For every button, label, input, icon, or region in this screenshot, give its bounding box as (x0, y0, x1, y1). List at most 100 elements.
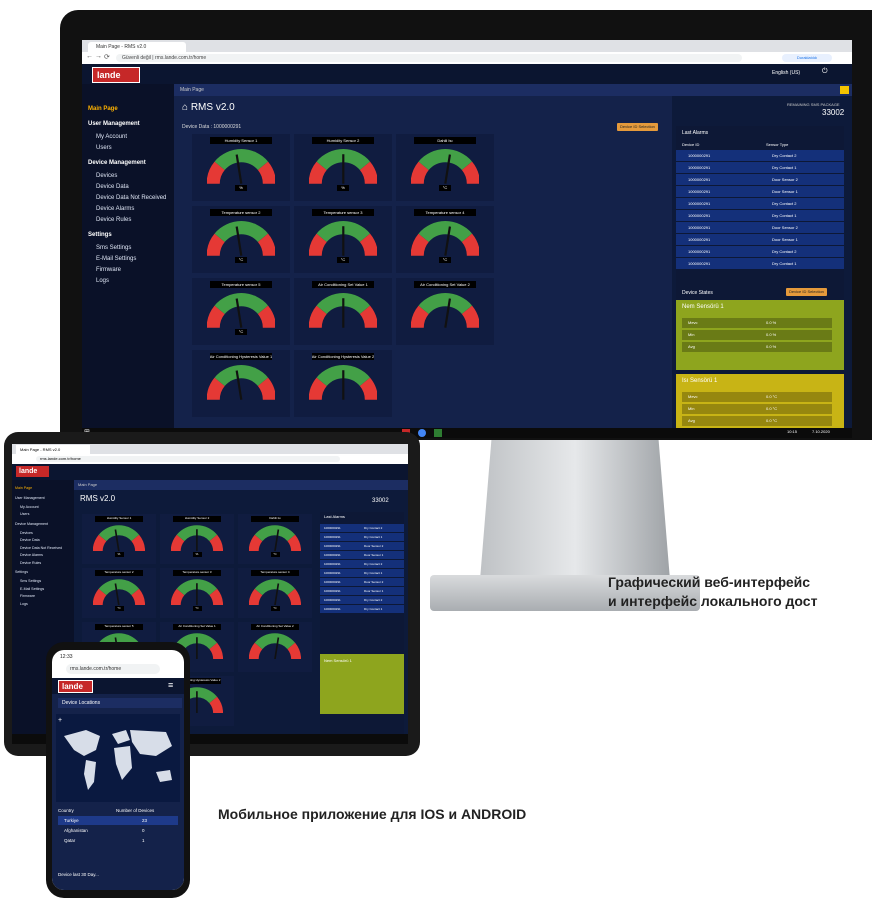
state-metric: Mevc (688, 394, 698, 399)
back-icon[interactable]: ← (86, 53, 93, 60)
tablet-sidebar-item[interactable]: Sms Settings (20, 579, 41, 583)
tablet-sidebar-item[interactable]: My Account (20, 505, 39, 509)
tablet-sidebar-item[interactable]: Device Management (15, 522, 48, 526)
gauge-label: Temperature sensor 3 (173, 570, 221, 576)
tablet-table-row[interactable]: 1000000291 Door Sensor 2 (320, 578, 404, 586)
app-topbar (82, 64, 852, 84)
mobile-caption: Мобильное приложение для IOS и ANDROID (218, 806, 527, 822)
address-bar[interactable]: Güvenli değil | rms.lande.com.tr/home (116, 54, 742, 62)
tablet-sidebar-item[interactable]: Logs (20, 602, 28, 606)
tablet-table-row[interactable]: 1000000291 Dry Contact 2 (320, 524, 404, 532)
table-row[interactable]: 1000000291 Dry Contact 1 (676, 162, 844, 173)
table-row[interactable]: 1000000291 Dry Contact 2 (676, 198, 844, 209)
gauge-label: Dahili Isı (413, 137, 477, 144)
sidebar-item[interactable]: Device Rules (96, 217, 131, 223)
gauge-dial (171, 579, 223, 606)
sidebar-item[interactable]: Sms Settings (96, 245, 131, 251)
gauge-label: Air Conditioning Set Value 2 (413, 281, 477, 288)
world-map[interactable]: + (56, 714, 180, 802)
power-icon[interactable]: ⏻ (822, 68, 828, 76)
sidebar-item[interactable]: My Account (96, 134, 127, 140)
sidebar-item[interactable]: Device Data (96, 184, 129, 190)
phone-table-row[interactable] (58, 836, 178, 845)
table-row[interactable]: 1000000291 Door Sensor 2 (676, 222, 844, 233)
table-row[interactable]: 1000000291 Dry Contact 1 (676, 210, 844, 221)
gauge-arc (418, 149, 472, 171)
tablet-table-row[interactable]: 1000000291 Door Sensor 1 (320, 587, 404, 595)
tablet-sidebar-item[interactable]: Device Data Not Received (20, 546, 62, 550)
device-states-title: Device States (682, 290, 713, 296)
sidebar-item[interactable]: E-Mail Settings (96, 256, 136, 262)
tablet-address-bar[interactable]: rms.lande.com.tr/home (36, 456, 340, 462)
tablet-table-row[interactable]: 1000000291 Dry Contact 1 (320, 605, 404, 613)
tablet-browser-tab[interactable]: Main Page - RMS v2.0 (16, 445, 90, 454)
sidebar-item[interactable]: User Management (88, 121, 140, 127)
table-row[interactable]: 1000000291 Door Sensor 2 (676, 174, 844, 185)
sidebar-item[interactable]: Main Page (88, 106, 118, 112)
tablet-sidebar-item[interactable]: Settings (15, 570, 28, 574)
gauge-panel: Humidity Sensor 1% (82, 514, 156, 565)
sidebar-item[interactable]: Users (96, 145, 112, 151)
gauge-unit: % (337, 184, 349, 191)
gauge-panel: Air Conditioning Set Value 1 (294, 278, 392, 345)
table-row[interactable]: 1000000291 Dry Contact 1 (676, 258, 844, 269)
edit-icon[interactable] (840, 86, 849, 94)
device-state-row (682, 416, 832, 426)
reload-icon[interactable]: ⟳ (104, 53, 110, 61)
table-row[interactable]: 1000000291 Dry Contact 2 (676, 246, 844, 257)
tablet-sidebar-item[interactable]: E-Mail Settings (20, 587, 44, 591)
language-selector[interactable]: English (US) (772, 70, 800, 76)
sidebar-item[interactable]: Devices (96, 173, 117, 179)
phone-time: 12:33 (60, 654, 73, 660)
lande-logo[interactable]: lande (92, 67, 140, 83)
state-value: 0.0 °C (766, 406, 778, 411)
tablet-logo[interactable]: lande (16, 466, 49, 477)
tablet-table-row[interactable]: 1000000291 Dry Contact 1 (320, 533, 404, 541)
tablet-sidebar-item[interactable]: Device Rules (20, 561, 41, 565)
gauge-unit: °C (192, 606, 202, 611)
sidebar-item[interactable]: Device Management (88, 160, 146, 166)
tablet-sidebar-item[interactable]: Devices (20, 531, 33, 535)
gauge-dial (249, 579, 301, 606)
monitor-stand (480, 440, 670, 580)
device-id-selection-button[interactable]: Device ID Selection (617, 123, 658, 131)
tablet-table-row[interactable]: 1000000291 Dry Contact 2 (320, 560, 404, 568)
tablet-breadcrumb[interactable]: Main Page (74, 480, 408, 490)
gauge-dial (206, 149, 276, 184)
breadcrumb[interactable]: Main Page (174, 84, 852, 96)
alarm-sensor-type: Dry Contact 1 (772, 213, 797, 218)
phone-address-bar[interactable]: rms.lande.com.tr/home (66, 664, 160, 674)
tablet-sidebar-item[interactable]: Device Alarms (20, 553, 43, 557)
table-row[interactable]: 1000000291 Dry Contact 2 (676, 150, 844, 161)
excel-icon[interactable] (434, 429, 442, 437)
table-row[interactable]: 1000000291 Door Sensor 1 (676, 234, 844, 245)
tablet-table-row[interactable]: 1000000291 Dry Contact 2 (320, 596, 404, 604)
gauge-dial (93, 525, 145, 552)
tablet-device-state-card (320, 654, 404, 714)
alarm-device-id: 1000000291 (688, 153, 711, 158)
chrome-icon[interactable] (418, 429, 426, 437)
phone-logo[interactable]: lande (58, 680, 93, 693)
tablet-sidebar-item[interactable]: Main Page (15, 486, 32, 490)
tablet-sidebar-item[interactable]: Device Data (20, 538, 40, 542)
device-states-button[interactable]: Device ID Selection (786, 288, 827, 296)
tablet-table-row[interactable]: 1000000291 Door Sensor 2 (320, 542, 404, 550)
tablet-sidebar-item[interactable]: Firmware (20, 594, 35, 598)
country-name: Afghanistan (64, 828, 88, 833)
gauge-panel: Temperature sensor 2 °C (192, 206, 290, 273)
sidebar-item[interactable]: Firmware (96, 267, 121, 273)
browser-tab[interactable]: Main Page - RMS v2.0 (88, 42, 186, 52)
tablet-sidebar-item[interactable]: Users (20, 512, 29, 516)
tablet-table-row[interactable]: 1000000291 Dry Contact 1 (320, 569, 404, 577)
insecure-label: Güvenli değil (122, 55, 151, 61)
table-row[interactable]: 1000000291 Door Sensor 1 (676, 186, 844, 197)
sidebar-item[interactable]: Logs (96, 278, 109, 284)
profile-button[interactable]: Duraklatıldı (782, 54, 832, 62)
forward-icon[interactable]: → (95, 53, 102, 60)
tablet-sidebar-item[interactable]: User Management (15, 496, 45, 500)
sidebar-item[interactable]: Device Data Not Received (96, 195, 166, 201)
tablet-table-row[interactable]: 1000000291 Door Sensor 1 (320, 551, 404, 559)
sidebar-item[interactable]: Settings (88, 232, 112, 238)
sidebar-item[interactable]: Device Alarms (96, 206, 134, 212)
menu-icon[interactable]: ≡ (168, 680, 173, 690)
